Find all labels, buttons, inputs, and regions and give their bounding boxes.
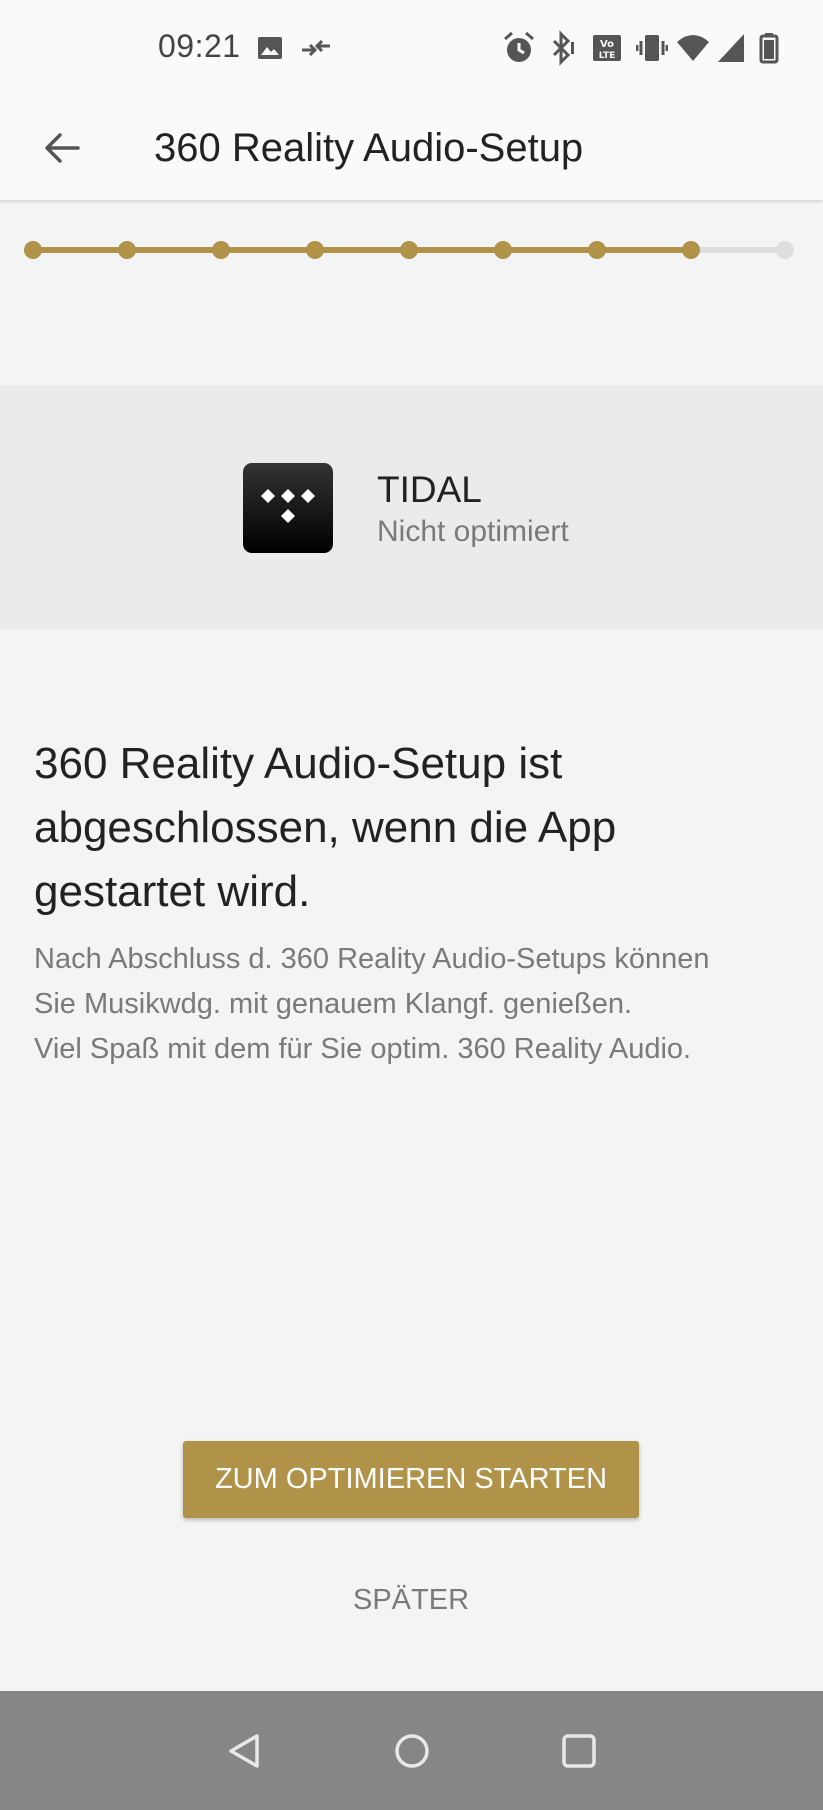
progress-step-dot xyxy=(306,241,324,259)
svg-text:LTE: LTE xyxy=(599,51,616,61)
app-bar: 360 Reality Audio-Setup xyxy=(0,96,823,200)
nav-home-icon xyxy=(395,1734,429,1768)
wifi-icon xyxy=(677,35,709,61)
tidal-logo-icon xyxy=(243,463,333,553)
nav-back-icon xyxy=(229,1734,259,1768)
signal-icon xyxy=(718,34,744,62)
navigation-bar xyxy=(0,1691,823,1810)
description-line: Nach Abschluss d. 360 Reality Audio-Setu… xyxy=(34,943,710,975)
nav-back-button[interactable] xyxy=(213,1719,277,1783)
alarm-icon xyxy=(504,31,534,62)
data-transfer-icon xyxy=(302,39,330,57)
nav-recents-button[interactable] xyxy=(547,1719,611,1783)
arrow-left-icon xyxy=(45,133,80,163)
description-line: Sie Musikwdg. mit genauem Klangf. genieß… xyxy=(34,988,633,1020)
description-line: Viel Spaß mit dem für Sie optim. 360 Rea… xyxy=(34,1033,692,1065)
nav-recents-icon xyxy=(562,1734,596,1768)
back-button[interactable] xyxy=(30,116,94,180)
progress-step-dot xyxy=(588,241,606,259)
start-optimizing-button[interactable]: ZUM OPTIMIEREN STARTEN xyxy=(183,1441,639,1518)
volte-icon: Vo LTE xyxy=(593,35,621,61)
app-optimization-status: Nicht optimiert xyxy=(377,515,569,548)
setup-headline: 360 Reality Audio-Setup ist abgeschlosse… xyxy=(34,739,617,916)
setup-description: Nach Abschluss d. 360 Reality Audio-Setu… xyxy=(34,937,804,1072)
battery-icon xyxy=(759,33,779,64)
setup-progress xyxy=(24,241,794,259)
svg-text:Vo: Vo xyxy=(600,39,614,50)
status-time: 09:21 xyxy=(158,28,241,64)
progress-step-dot xyxy=(494,241,512,259)
progress-step-dot xyxy=(776,241,794,259)
nav-home-button[interactable] xyxy=(380,1719,444,1783)
status-bar: 09:21 Vo LTE xyxy=(0,0,823,96)
tidal-diamonds-icon xyxy=(261,489,315,523)
later-button[interactable]: SPÄTER xyxy=(311,1572,511,1628)
bluetooth-icon xyxy=(552,30,574,66)
vibrate-icon xyxy=(636,35,668,61)
progress-step-dot xyxy=(400,241,418,259)
progress-step-dot xyxy=(24,241,42,259)
progress-step-dot xyxy=(212,241,230,259)
page-title: 360 Reality Audio-Setup xyxy=(154,126,584,170)
image-icon xyxy=(258,37,282,59)
progress-step-dot xyxy=(118,241,136,259)
app-card: TIDAL Nicht optimiert xyxy=(0,385,823,630)
progress-step-dot xyxy=(682,241,700,259)
app-name: TIDAL xyxy=(377,469,482,510)
